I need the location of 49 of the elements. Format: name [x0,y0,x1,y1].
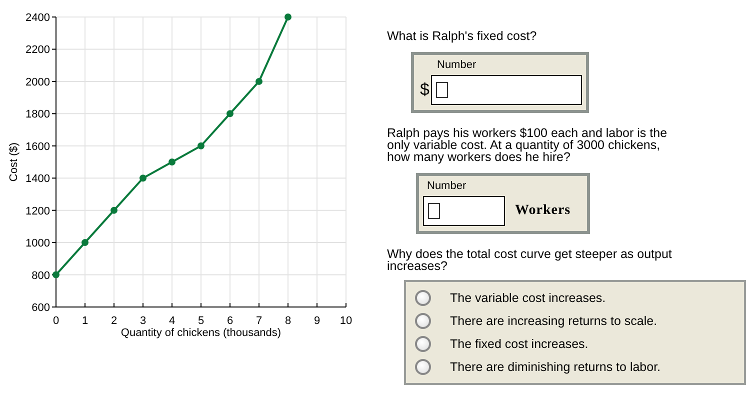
data-point [82,239,88,246]
x-tick-label: 6 [226,315,234,327]
unit-label: Workers [515,203,571,219]
radio-button[interactable] [415,358,431,374]
data-point [284,14,292,20]
x-axis-label: Quantity of chickens (thousands) [120,327,282,339]
y-tick-label: 1200 [26,205,50,218]
input-field[interactable] [431,75,582,105]
x-tick-label: 10 [340,315,352,327]
y-tick-label: 2000 [26,76,50,88]
y-tick-label: 1800 [26,108,50,121]
y-axis-label: Cost ($) [8,142,20,182]
x-tick-label: 5 [198,315,204,327]
y-tick-label: 800 [32,270,50,282]
x-tick-label: 7 [256,315,262,327]
x-tick-label: 9 [314,315,320,327]
data-point [198,142,204,150]
x-tick-label: 4 [168,315,176,327]
field-label: Number [427,180,468,192]
y-tick-label: 2200 [26,44,50,56]
y-tick-label: 2400 [26,12,50,24]
y-tick-label: 1400 [26,173,50,186]
option-label[interactable]: There are diminishing returns to labor. [450,360,661,374]
radio-button[interactable] [415,336,431,352]
option-label[interactable]: The variable cost increases. [450,290,606,304]
y-tick-label: 1600 [26,140,50,153]
radio-button[interactable] [415,312,431,328]
y-tick-label: 1000 [26,238,50,250]
data-point [226,110,234,118]
data-point [52,271,60,278]
x-tick-label: 0 [52,315,60,327]
question-text: What is Ralph's fixed cost? [387,30,538,42]
x-tick-label: 2 [110,315,118,327]
y-tick-label: 600 [32,302,50,314]
data-point [168,158,176,166]
radio-button[interactable] [415,290,431,306]
option-label[interactable]: There are increasing returns to scale. [450,314,658,328]
x-tick-label: 8 [284,315,292,327]
x-tick-label: 1 [82,315,88,327]
x-tick-label: 3 [140,315,146,327]
currency-symbol: $ [420,80,430,100]
input-field[interactable] [423,196,505,226]
question-text: Why does the total cost curve get steeper as output increases? [387,248,673,272]
data-point [110,206,118,214]
option-label[interactable]: The fixed cost increases. [450,336,588,350]
field-label: Number [437,59,478,71]
data-point [140,174,146,182]
data-point [256,78,262,85]
question-text: Ralph pays his workers $100 each and labor is the only variable cost. At a quantity of 3000 chickens, how many workers does he hire? [387,127,668,163]
